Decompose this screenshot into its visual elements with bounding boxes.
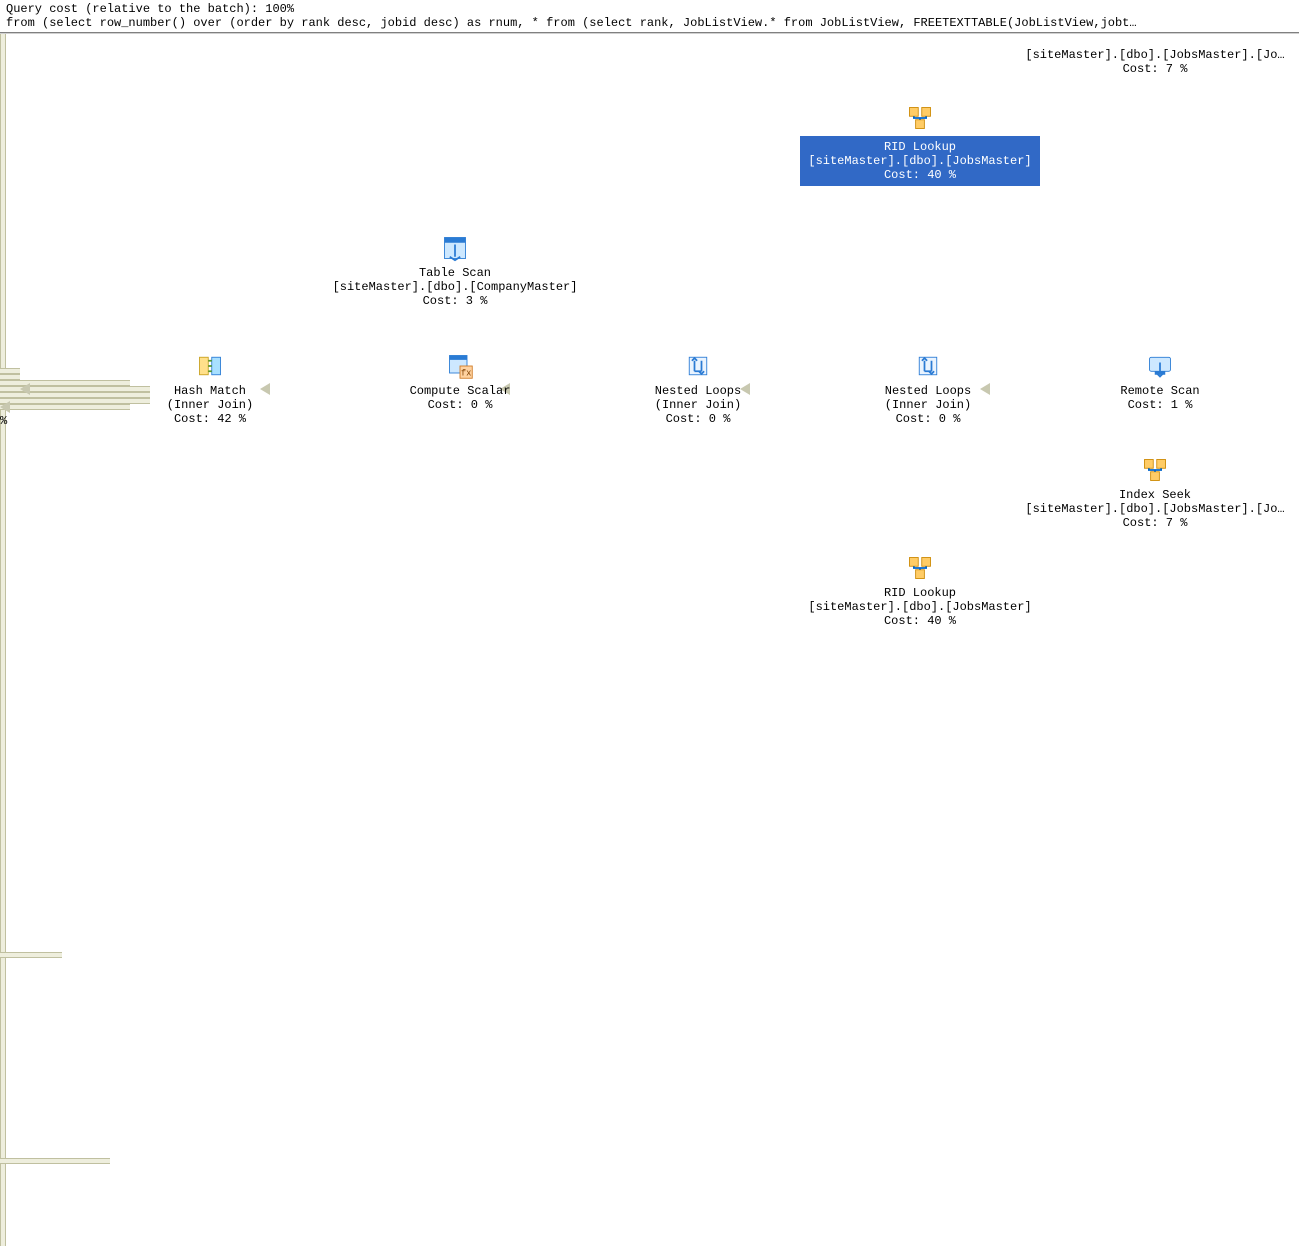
connector: [0, 34, 6, 368]
query-plan-header: Query cost (relative to the batch): 100%…: [0, 0, 1299, 32]
node-title: Compute Scalar: [410, 384, 511, 398]
node-cost: Cost: 7 %: [1025, 516, 1284, 530]
node-title: Nested Loops: [885, 384, 971, 398]
plan-node-nested-loops-1[interactable]: Nested Loops (Inner Join) Cost: 0 %: [628, 352, 768, 426]
rid-lookup-icon: [800, 554, 1040, 582]
remote-scan-icon: [1090, 352, 1230, 380]
node-detail: [siteMaster].[dbo].[JobsMaster]: [808, 600, 1031, 614]
left-cost-fragment: %: [0, 414, 7, 428]
node-cost: Cost: 0 %: [410, 398, 511, 412]
node-title: RID Lookup: [808, 140, 1031, 154]
node-cost: Cost: 40 %: [808, 614, 1031, 628]
node-detail: (Inner Join): [167, 398, 253, 412]
node-title: Nested Loops: [655, 384, 741, 398]
node-title: Table Scan: [333, 266, 578, 280]
nested-loops-icon: [858, 352, 998, 380]
node-detail: [siteMaster].[dbo].[CompanyMaster]: [333, 280, 578, 294]
table-scan-icon: [320, 234, 590, 262]
node-title: Hash Match: [167, 384, 253, 398]
connector: [0, 670, 6, 952]
node-cost: Cost: 1 %: [1120, 398, 1199, 412]
plan-node-jobsmaster-trunc[interactable]: [siteMaster].[dbo].[JobsMaster].[Jo… Cos…: [1010, 48, 1299, 76]
node-cost: Cost: 3 %: [333, 294, 578, 308]
node-title: Index Seek: [1025, 488, 1284, 502]
node-cost: Cost: 0 %: [655, 412, 741, 426]
node-detail: (Inner Join): [885, 398, 971, 412]
query-cost-line: Query cost (relative to the batch): 100%: [6, 2, 1293, 16]
connector: [0, 410, 6, 670]
plan-node-rid-lookup-2[interactable]: RID Lookup [siteMaster].[dbo].[JobsMaste…: [800, 554, 1040, 628]
plan-node-nested-loops-2[interactable]: Nested Loops (Inner Join) Cost: 0 %: [858, 352, 998, 426]
connector: [0, 952, 62, 958]
node-detail: [siteMaster].[dbo].[JobsMaster]: [808, 154, 1031, 168]
execution-plan-canvas[interactable]: % [siteMaster].[dbo].[JobsMaster].[Jo… C…: [0, 34, 1299, 623]
svg-text:fx: fx: [461, 369, 472, 379]
connector: [0, 958, 6, 1158]
connector: [0, 1164, 6, 1246]
index-seek-icon: [1010, 456, 1299, 484]
node-cost: Cost: 7 %: [1025, 62, 1284, 76]
nested-loops-icon: [628, 352, 768, 380]
plan-node-rid-lookup-selected[interactable]: RID Lookup [siteMaster].[dbo].[JobsMaste…: [800, 104, 1040, 186]
node-cost: Cost: 42 %: [167, 412, 253, 426]
node-detail: (Inner Join): [655, 398, 741, 412]
plan-node-table-scan[interactable]: Table Scan [siteMaster].[dbo].[CompanyMa…: [320, 234, 590, 308]
connector: [0, 1158, 110, 1164]
node-title: RID Lookup: [808, 586, 1031, 600]
query-text-line: from (select row_number() over (order by…: [6, 16, 1293, 30]
connector: [0, 404, 130, 410]
node-detail: [siteMaster].[dbo].[JobsMaster].[Jo…: [1025, 48, 1284, 62]
compute-scalar-icon: fx: [390, 352, 530, 380]
node-cost: Cost: 0 %: [885, 412, 971, 426]
plan-node-compute-scalar[interactable]: fx Compute Scalar Cost: 0 %: [390, 352, 530, 412]
node-title: Remote Scan: [1120, 384, 1199, 398]
arrow-left-icon: [0, 401, 10, 413]
hash-match-icon: [150, 352, 270, 380]
node-detail: [siteMaster].[dbo].[JobsMaster].[Jo…: [1025, 502, 1284, 516]
rid-lookup-icon: [800, 104, 1040, 132]
arrow-left-icon: [20, 383, 30, 395]
node-cost: Cost: 40 %: [808, 168, 1031, 182]
plan-node-remote-scan[interactable]: Remote Scan Cost: 1 %: [1090, 352, 1230, 412]
plan-node-index-seek[interactable]: Index Seek [siteMaster].[dbo].[JobsMaste…: [1010, 456, 1299, 530]
plan-node-hash-match[interactable]: Hash Match (Inner Join) Cost: 42 %: [150, 352, 270, 426]
